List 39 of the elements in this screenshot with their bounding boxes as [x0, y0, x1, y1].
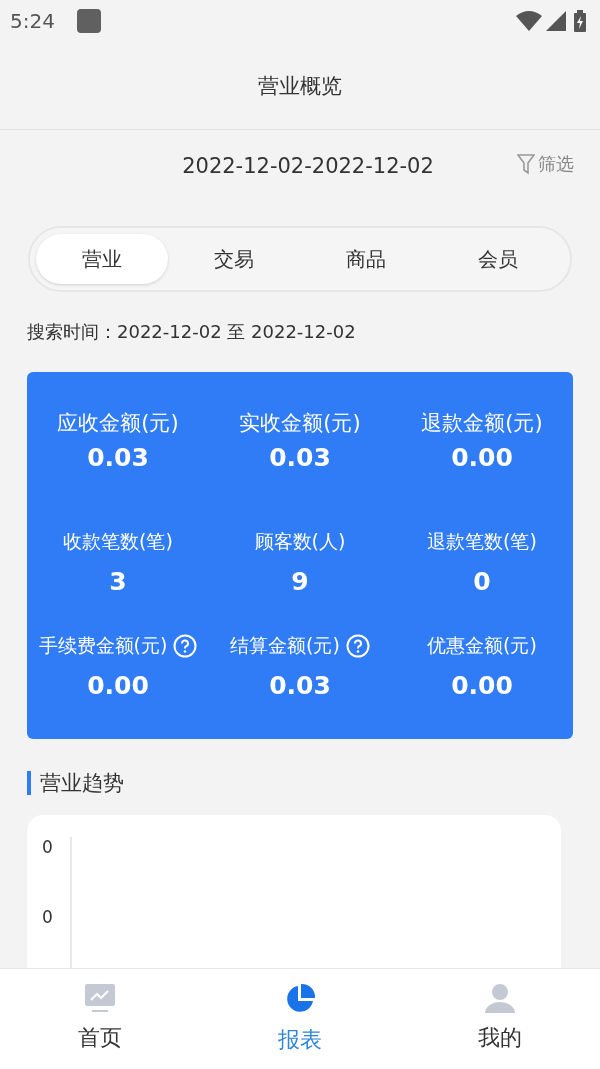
date-range[interactable]: 2022-12-02-2022-12-02 — [182, 154, 434, 178]
metric-label: 收款笔数(笔) — [63, 528, 173, 554]
axis-label: 0 — [42, 837, 54, 857]
metric-value: 0.00 — [451, 442, 513, 472]
section-title: 营业趋势 — [40, 770, 124, 797]
app-notification-icon — [76, 9, 101, 33]
metric-label: 优惠金额(元) — [427, 632, 537, 658]
metric-label: 应收金额(元) — [57, 409, 179, 437]
status-time: 5:24 — [10, 9, 55, 33]
nav-item[interactable]: 我的 — [400, 969, 600, 1069]
metric-label: 实收金额(元) — [239, 409, 361, 437]
metric-label: 退款金额(元) — [421, 409, 543, 437]
nav-item[interactable]: 首页 — [0, 969, 200, 1069]
metric-value: 3 — [109, 566, 127, 596]
metric-value: 0.03 — [269, 670, 331, 700]
signal-icon — [546, 11, 566, 31]
metric-value: 0.03 — [269, 442, 331, 472]
nav-item[interactable]: 报表 — [200, 969, 400, 1069]
tab[interactable]: 营业 — [36, 234, 168, 284]
metric-label: 顾客数(人) — [254, 528, 346, 554]
metric-value: 9 — [291, 566, 309, 596]
metric-label: 退款笔数(笔) — [427, 528, 537, 554]
metric-label: 结算金额(元) — [230, 632, 340, 658]
filter-icon — [517, 153, 535, 175]
metric-value: 0 — [473, 566, 491, 596]
help-icon[interactable] — [173, 633, 198, 658]
help-icon[interactable] — [345, 633, 370, 658]
tab[interactable]: 商品 — [300, 234, 432, 284]
metric-value: 0.00 — [87, 670, 149, 700]
tab[interactable]: 会员 — [432, 234, 564, 284]
battery-icon — [574, 10, 586, 32]
tab[interactable]: 交易 — [168, 234, 300, 284]
search-time: 搜索时间：2022-12-02 至 2022-12-02 — [27, 320, 357, 344]
page-title: 营业概览 — [258, 72, 342, 100]
metric-value: 0.03 — [87, 442, 149, 472]
axis-label: 0 — [42, 907, 54, 927]
wifi-icon — [516, 11, 542, 31]
metric-value: 0.00 — [451, 670, 513, 700]
metric-label: 手续费金额(元) — [38, 632, 168, 658]
